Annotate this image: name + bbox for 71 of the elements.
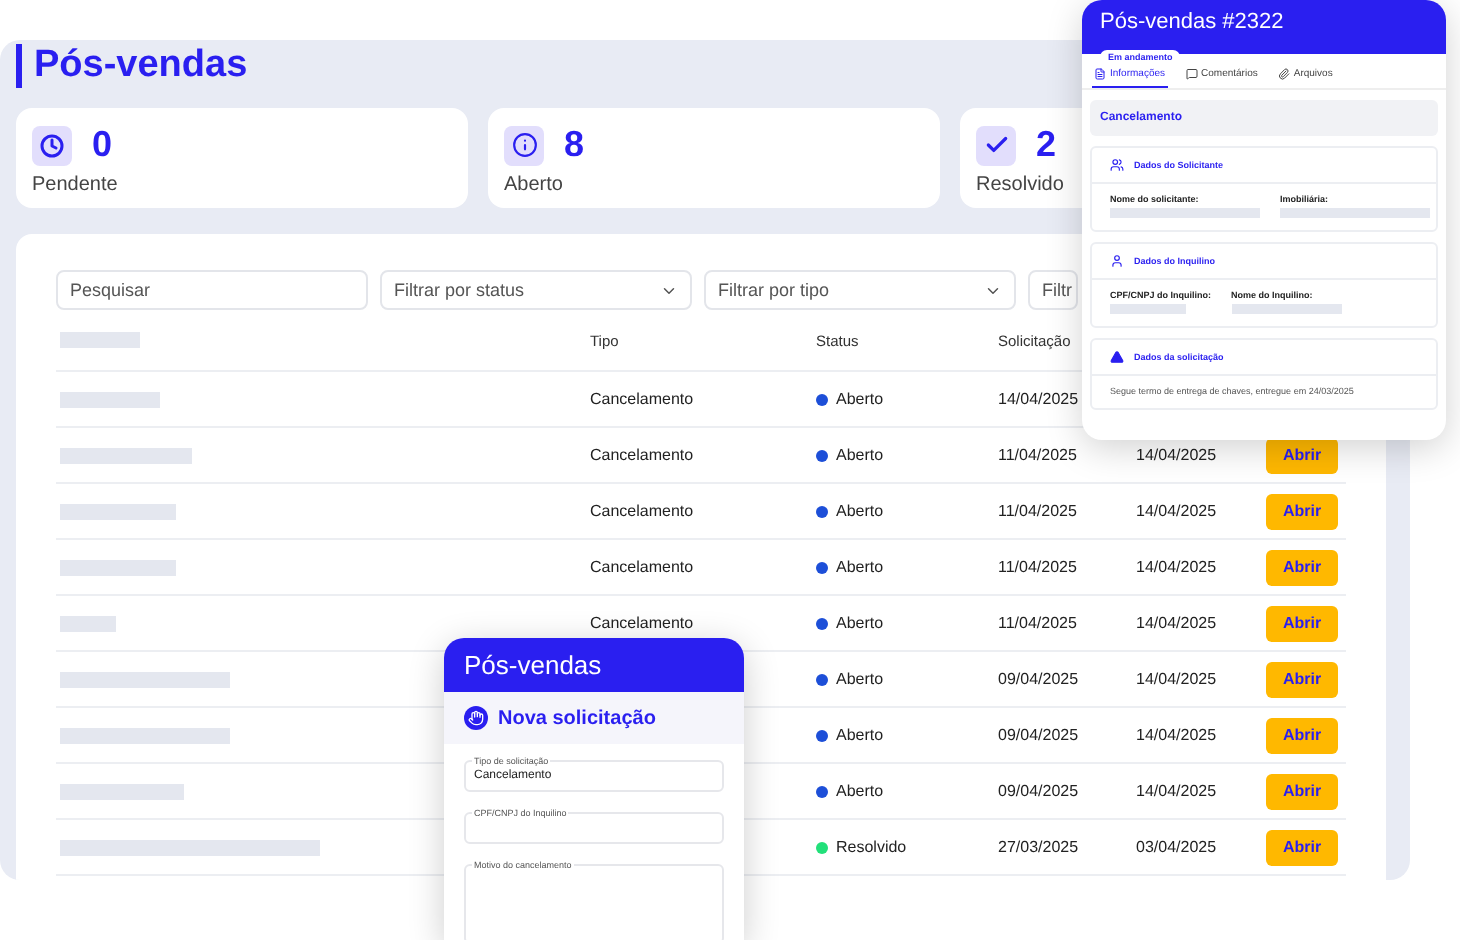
table-cell: 11/04/2025 bbox=[998, 558, 1077, 576]
table-cell: Cancelamento bbox=[590, 502, 694, 520]
form-heading: Nova solicitação bbox=[498, 707, 656, 729]
form-title: Pós-vendas bbox=[464, 650, 602, 680]
search-field[interactable]: Pesquisar bbox=[56, 270, 368, 310]
paperclip-icon bbox=[1277, 68, 1290, 80]
table-cell: 14/04/2025 bbox=[1136, 502, 1217, 520]
table-cell: 14/04/2025 bbox=[1136, 446, 1217, 464]
document-icon bbox=[1094, 68, 1106, 80]
hand-icon bbox=[464, 706, 488, 730]
info-icon bbox=[511, 132, 537, 158]
status-text: Aberto bbox=[836, 670, 884, 688]
redacted-bar bbox=[60, 447, 192, 463]
stat-label: Resolvido bbox=[976, 174, 1066, 196]
filter-dropdown[interactable]: Filtrar por tipo bbox=[704, 270, 1016, 310]
open-button[interactable]: Abrir bbox=[1266, 661, 1338, 697]
open-button[interactable]: Abrir bbox=[1266, 773, 1338, 809]
open-button[interactable]: Abrir bbox=[1266, 717, 1338, 753]
user-icon bbox=[1110, 254, 1124, 268]
page-title: Pós-vendas bbox=[16, 44, 248, 88]
redacted-bar bbox=[60, 332, 140, 348]
status-text: Resolvido bbox=[836, 838, 907, 856]
table-cell: Cancelamento bbox=[590, 614, 694, 632]
open-button[interactable]: Abrir bbox=[1266, 549, 1338, 585]
redacted-bar bbox=[60, 391, 160, 407]
table-cell: 14/04/2025 bbox=[998, 390, 1079, 408]
table-cell: 09/04/2025 bbox=[998, 782, 1079, 800]
status-text: Aberto bbox=[836, 446, 884, 464]
warning-icon bbox=[1110, 350, 1124, 364]
stat-label: Pendente bbox=[32, 174, 120, 196]
stat-value: 2 bbox=[1036, 124, 1057, 166]
table-cell: Cancelamento bbox=[590, 558, 694, 576]
redacted-bar bbox=[60, 503, 176, 519]
table-cell: 03/04/2025 bbox=[1136, 838, 1217, 856]
filter-dropdown[interactable]: Filtrar por status bbox=[380, 270, 692, 310]
open-button[interactable]: Abrir bbox=[1266, 605, 1338, 641]
stat-label: Aberto bbox=[504, 174, 565, 196]
table-cell: 14/04/2025 bbox=[1136, 558, 1217, 576]
open-button[interactable]: Abrir bbox=[1266, 493, 1338, 529]
redacted-bar bbox=[1231, 304, 1341, 314]
status-text: Aberto bbox=[836, 782, 884, 800]
table-cell: 09/04/2025 bbox=[998, 670, 1079, 688]
comment-icon bbox=[1185, 68, 1198, 80]
users-icon bbox=[1110, 158, 1124, 172]
open-button[interactable]: Abrir bbox=[1266, 829, 1338, 865]
table-cell: 27/03/2025 bbox=[998, 838, 1079, 856]
table-cell: 11/04/2025 bbox=[998, 446, 1077, 464]
check-icon bbox=[983, 132, 1009, 158]
stat-value: 0 bbox=[92, 124, 113, 166]
table-cell: 14/04/2025 bbox=[1136, 782, 1217, 800]
detail-title: Pós-vendas #2322 bbox=[1100, 10, 1286, 34]
table-cell: 14/04/2025 bbox=[1136, 726, 1217, 744]
status-text: Aberto bbox=[836, 558, 884, 576]
table-cell: 11/04/2025 bbox=[998, 502, 1077, 520]
table-cell: Cancelamento bbox=[590, 390, 694, 408]
table-cell: 11/04/2025 bbox=[998, 614, 1077, 632]
table-cell: Cancelamento bbox=[590, 446, 694, 464]
status-text: Aberto bbox=[836, 390, 884, 408]
status-text: Aberto bbox=[836, 726, 884, 744]
table-cell: 14/04/2025 bbox=[1136, 614, 1217, 632]
redacted-bar bbox=[1110, 304, 1186, 314]
table-cell: 09/04/2025 bbox=[998, 726, 1079, 744]
filter-dropdown[interactable]: Filtr bbox=[1028, 270, 1078, 310]
status-text: Aberto bbox=[836, 502, 884, 520]
redacted-bar bbox=[60, 783, 184, 799]
stat-value: 8 bbox=[564, 124, 585, 166]
clock-icon bbox=[40, 133, 64, 157]
table-cell: 14/04/2025 bbox=[1136, 670, 1217, 688]
redacted-bar bbox=[60, 615, 116, 631]
status-text: Aberto bbox=[836, 614, 884, 632]
redacted-bar bbox=[60, 559, 176, 575]
